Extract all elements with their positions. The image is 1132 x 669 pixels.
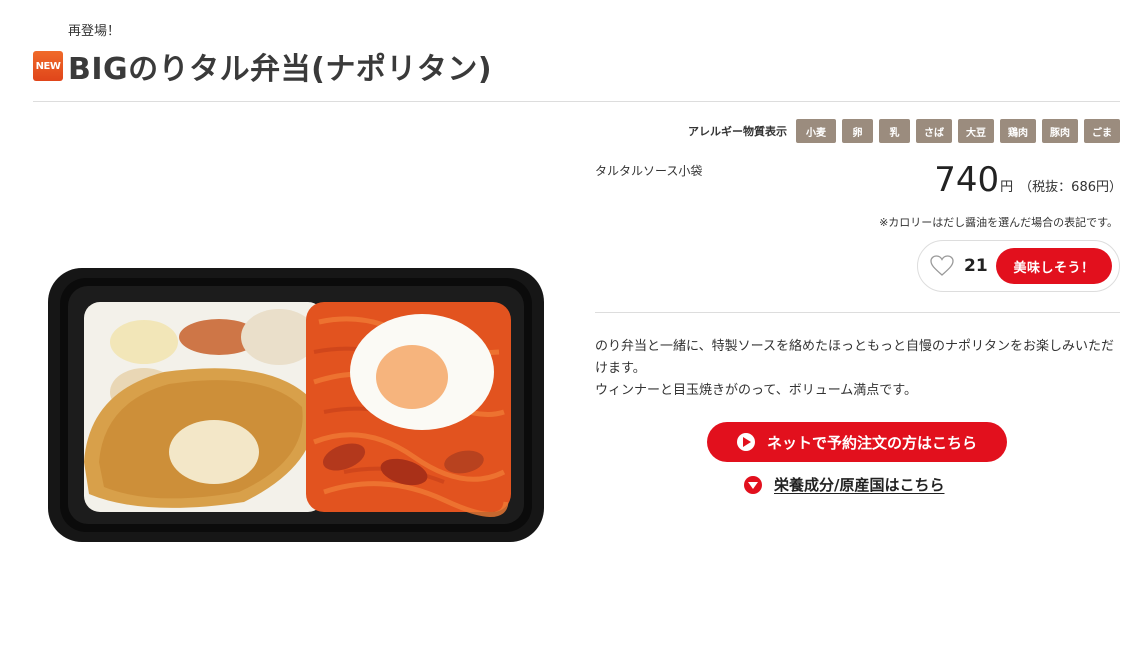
like-button[interactable]: 美味しそう！	[996, 248, 1112, 284]
order-button-label: ネットで予約注文の方はこちら	[766, 433, 977, 452]
nutrition-link[interactable]: 栄養成分/原産国はこちら	[744, 474, 944, 495]
price-unit: 円	[1000, 180, 1014, 195]
description-line: ウィンナーと目玉焼きがのって、ボリューム満点です。	[595, 383, 918, 398]
like-box: 21 美味しそう！	[917, 240, 1120, 292]
like-count: 21	[964, 256, 988, 276]
allergy-tag: 大豆	[958, 119, 994, 143]
description-line: のり弁当と一緒に、特製ソースを絡めたほっともっと自慢のナポリタンをお楽しみいただ…	[595, 339, 1114, 376]
sauce-note: タルタルソース小袋	[595, 164, 703, 178]
product-photo	[48, 268, 544, 542]
allergy-tag: 豚肉	[1042, 119, 1078, 143]
play-icon	[736, 433, 755, 451]
new-badge: NEW	[33, 51, 63, 81]
order-button[interactable]: ネットで予約注文の方はこちら	[707, 422, 1007, 462]
page-title: BIGのりタル弁当(ナポリタン)	[68, 52, 493, 87]
allergy-tag: 小麦	[796, 119, 836, 143]
description: のり弁当と一緒に、特製ソースを絡めたほっともっと自慢のナポリタンをお楽しみいただ…	[595, 336, 1120, 402]
divider	[33, 101, 1120, 102]
allergy-label: アレルギー物質表示	[688, 125, 787, 138]
price-value: 740	[934, 160, 1000, 200]
price-tax: （税抜：686円）	[1019, 180, 1122, 195]
allergy-tag: 乳	[879, 119, 910, 143]
chevron-down-icon	[744, 475, 762, 494]
allergy-row: アレルギー物質表示 小麦 卵 乳 さば 大豆 鶏肉 豚肉 ごま	[688, 119, 1120, 143]
price: 740 円 （税抜：686円）	[934, 160, 1122, 200]
allergy-tag: ごま	[1084, 119, 1120, 143]
title-row: NEW BIGのりタル弁当(ナポリタン)	[33, 44, 492, 88]
divider	[595, 312, 1120, 313]
subtitle: 再登場！	[68, 24, 121, 39]
allergy-tag: 卵	[842, 119, 873, 143]
allergy-tag: 鶏肉	[1000, 119, 1036, 143]
calorie-note: ※カロリーはだし醤油を選んだ場合の表記です。	[879, 216, 1118, 229]
allergy-tag: さば	[916, 119, 952, 143]
nutrition-link-label: 栄養成分/原産国はこちら	[774, 476, 945, 494]
heart-icon[interactable]	[930, 255, 954, 277]
